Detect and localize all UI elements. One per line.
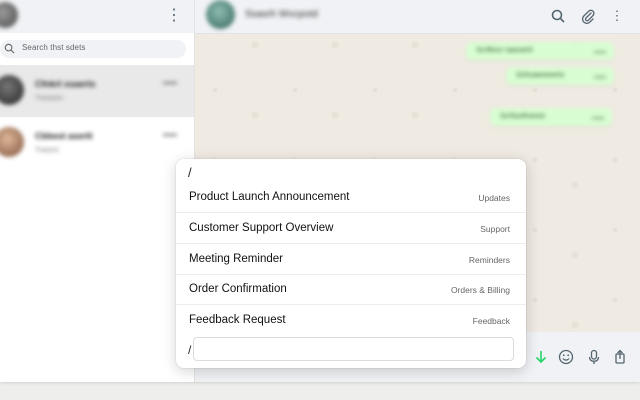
quick-reply-title: Order Confirmation xyxy=(189,283,287,295)
chat-name: Cfnkrt xsaerts xyxy=(35,79,96,89)
chat-list-item[interactable]: Cbbest asertt ▬▬ Trasent xyxy=(0,117,194,169)
share-icon[interactable] xyxy=(611,348,629,366)
quick-reply-item[interactable]: Order Confirmation Orders & Billing xyxy=(176,275,526,305)
quick-reply-item[interactable]: Feedback Request Feedback xyxy=(176,306,526,336)
conversation-header: Ssasrh Wvcpotd ⋮ xyxy=(195,0,640,34)
message-bubble: Scrtfescr Iaassertt ▬▬ xyxy=(466,42,614,60)
quick-reply-category: Updates xyxy=(478,193,510,203)
quick-reply-category: Support xyxy=(480,224,510,234)
chat-time: ▬▬ xyxy=(163,79,177,86)
quick-reply-item[interactable]: Product Launch Announcement Updates xyxy=(176,183,526,213)
search-input[interactable]: Search thst sdets xyxy=(22,43,86,52)
search-box[interactable]: Search thst sdets xyxy=(0,40,186,58)
quick-reply-title: Product Launch Announcement xyxy=(189,191,350,203)
search-icon xyxy=(4,43,15,54)
quick-reply-item[interactable]: Customer Support Overview Support xyxy=(176,214,526,244)
message-time: ▬▬ xyxy=(592,115,604,121)
contact-name[interactable]: Ssasrh Wvcpotd xyxy=(245,9,318,20)
message-bubble: Scrfsoofroesst ▬▬ xyxy=(490,108,612,126)
paperclip-icon[interactable] xyxy=(580,8,596,24)
quick-reply-category: Feedback xyxy=(472,316,510,326)
quick-reply-category: Orders & Billing xyxy=(450,285,510,295)
message-time: ▬▬ xyxy=(594,74,606,80)
vertical-dots-icon[interactable]: ⋮ xyxy=(166,6,182,26)
quick-reply-title: Meeting Reminder xyxy=(189,253,283,265)
chat-list-panel: ⋮ Search thst sdets Cfnkrt xsaerts ▬▬ Tx… xyxy=(0,0,195,382)
input-prefix: / xyxy=(188,343,192,357)
chat-preview: Txwseen xyxy=(35,95,64,102)
quick-replies-popup: / Product Launch Announcement Updates Cu… xyxy=(176,159,526,368)
avatar xyxy=(0,127,24,157)
message-bubble: Scfsvaeeeeerts ▬▬ xyxy=(506,67,614,85)
chat-preview: Trasent xyxy=(35,147,59,154)
chat-name: Cbbest asertt xyxy=(35,131,93,141)
microphone-icon[interactable] xyxy=(585,348,603,366)
chat-time: ▬▬ xyxy=(163,131,177,138)
message-input[interactable] xyxy=(193,337,514,361)
quick-reply-item[interactable]: Meeting Reminder Reminders xyxy=(176,245,526,275)
message-text: Scrfsoofroesst xyxy=(500,113,545,120)
arrow-down-icon[interactable] xyxy=(532,348,550,366)
search-icon[interactable] xyxy=(550,8,566,24)
quick-reply-category: Reminders xyxy=(468,255,510,265)
chat-list-header: ⋮ xyxy=(0,0,194,33)
avatar[interactable] xyxy=(206,0,235,29)
quick-reply-title: Customer Support Overview xyxy=(189,222,334,234)
message-text: Scrtfescr Iaassertt xyxy=(476,47,533,54)
chat-list-item[interactable]: Cfnkrt xsaerts ▬▬ Txwseen xyxy=(0,65,194,117)
avatar[interactable] xyxy=(0,2,18,28)
quick-reply-title: Feedback Request xyxy=(189,314,286,326)
emoji-icon[interactable] xyxy=(557,348,575,366)
message-text: Scfsvaeeeeerts xyxy=(516,72,565,79)
slash-trigger: / xyxy=(188,165,192,180)
message-time: ▬▬ xyxy=(594,49,606,55)
avatar xyxy=(0,75,24,105)
vertical-dots-icon[interactable]: ⋮ xyxy=(609,8,625,24)
message-input-row: / xyxy=(176,337,526,365)
